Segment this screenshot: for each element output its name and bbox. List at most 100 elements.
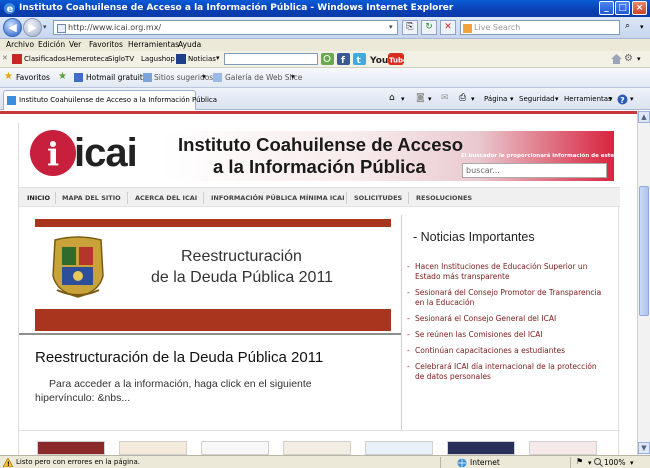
feeds-dropdown-icon[interactable]: ▾ <box>428 95 432 103</box>
toolbar-options-arrow-icon[interactable]: ▾ <box>637 55 641 63</box>
suggested-sites-arrow-icon[interactable]: ▾ <box>202 72 206 81</box>
help-icon[interactable]: ? <box>617 94 628 105</box>
article-title[interactable]: Reestructuración de la Deuda Pública 201… <box>35 349 323 366</box>
page-menu-arrow-icon[interactable]: ▾ <box>510 95 514 103</box>
news-item[interactable]: - Se reúnen las Comisiones del ICAI <box>407 330 605 340</box>
nav-acerca-del-icai[interactable]: ACERCA DEL ICAI <box>135 194 197 202</box>
menu-ayuda[interactable]: Ayuda <box>178 40 201 49</box>
home-icon[interactable]: ⌂ <box>389 93 395 103</box>
maximize-button[interactable]: □ <box>615 1 630 15</box>
thumbnail-link[interactable] <box>201 441 269 455</box>
thumbnail-link[interactable] <box>37 441 105 455</box>
news-item-text[interactable]: Sesionará el Consejo General del ICAI <box>415 314 556 323</box>
security-zone[interactable]: Internet <box>470 458 500 467</box>
nav-inicio[interactable]: INICIO <box>27 194 50 202</box>
toolbar-link-hemeroteca[interactable]: Hemeroteca <box>66 55 109 63</box>
protected-mode-icon[interactable]: ⚑ <box>576 457 583 466</box>
icai-logo-mark[interactable]: i <box>30 130 76 176</box>
compatibility-view-button[interactable]: ⎘ <box>402 20 418 35</box>
youtube-icon[interactable]: You Tube <box>370 52 404 66</box>
facebook-icon[interactable]: f <box>337 53 350 65</box>
minimize-button[interactable]: _ <box>599 1 614 15</box>
news-dropdown-arrow-icon[interactable]: ▾ <box>216 54 220 62</box>
toolbar-search-input[interactable] <box>224 53 318 65</box>
nav-resoluciones[interactable]: RESOLUCIONES <box>416 194 472 202</box>
address-dropdown-icon[interactable]: ▾ <box>389 23 393 31</box>
scroll-thumb[interactable] <box>639 186 649 316</box>
web-slice-arrow-icon[interactable]: ▾ <box>291 72 295 81</box>
icai-logo-text[interactable]: icai <box>74 131 138 176</box>
news-item-text[interactable]: Sesionará del Consejo Promotor de Transp… <box>415 288 601 307</box>
toolbar-link-clasificados[interactable]: Clasificados <box>24 55 66 63</box>
news-item-text[interactable]: Se reúnen las Comisiones del ICAI <box>415 330 543 339</box>
thumbnail-link[interactable] <box>529 441 597 455</box>
thumbnail-link[interactable] <box>365 441 433 455</box>
read-mail-icon[interactable]: ✉ <box>441 93 449 103</box>
toolbar-link-siglotv[interactable]: SigloTV <box>108 55 134 63</box>
add-favorite-icon[interactable]: ★ <box>58 71 67 82</box>
search-icon[interactable]: ⌕ <box>625 21 630 31</box>
page-top-band <box>0 111 637 114</box>
header-title-line2: a la Información Pública <box>213 156 426 177</box>
tab-page-icon <box>7 96 16 105</box>
menu-edicion[interactable]: Edición <box>38 40 65 49</box>
menu-favoritos[interactable]: Favoritos <box>89 40 123 49</box>
stop-button[interactable]: ✕ <box>440 20 456 35</box>
nav-solicitudes[interactable]: SOLICITUDES <box>354 194 402 202</box>
warning-icon[interactable]: ! <box>3 458 13 467</box>
scroll-down-arrow-icon[interactable]: ▼ <box>638 442 650 454</box>
zoom-dropdown-icon[interactable]: ▾ <box>630 459 634 467</box>
site-search-input[interactable]: buscar... <box>462 163 607 178</box>
url-text[interactable]: http://www.icai.org.mx/ <box>68 23 161 32</box>
news-item-text[interactable]: Celebrará ICAI día internacional de la p… <box>415 362 597 381</box>
toolbar-search-icon[interactable] <box>321 53 334 65</box>
refresh-button[interactable]: ↻ <box>421 20 437 35</box>
zoom-level[interactable]: 100% <box>604 458 625 467</box>
address-bar[interactable]: http://www.icai.org.mx/ ▾ <box>53 20 398 35</box>
news-item[interactable]: - Sesionará el Consejo General del ICAI <box>407 314 605 324</box>
toolbar-link-lagushop[interactable]: Lagushop <box>141 55 175 63</box>
thumbnail-link[interactable] <box>283 441 351 455</box>
recent-pages-dropdown[interactable]: ▾ <box>43 23 47 31</box>
news-item[interactable]: - Hacen Instituciones de Educación Superi… <box>407 262 605 282</box>
page-menu[interactable]: Página <box>484 95 507 103</box>
scroll-up-arrow-icon[interactable]: ▲ <box>638 111 650 123</box>
news-item[interactable]: - Celebrará ICAI día internacional de la … <box>407 362 605 382</box>
tools-menu[interactable]: Herramientas <box>564 95 612 103</box>
security-menu-arrow-icon[interactable]: ▾ <box>555 95 559 103</box>
news-item-text[interactable]: Hacen Instituciones de Educación Superio… <box>415 262 587 281</box>
print-dropdown-icon[interactable]: ▾ <box>471 95 475 103</box>
vertical-scrollbar[interactable]: ▲ ▼ <box>637 111 650 455</box>
tools-menu-arrow-icon[interactable]: ▾ <box>609 95 613 103</box>
toolbar-news-dropdown[interactable]: Noticias <box>188 55 216 63</box>
favorites-button[interactable]: Favoritos <box>16 73 50 82</box>
nav-mapa-del-sitio[interactable]: MAPA DEL SITIO <box>62 194 121 202</box>
news-item[interactable]: - Continúan capacitaciones a estudiantes <box>407 346 605 356</box>
toolbar-home-icon[interactable] <box>610 53 623 65</box>
protected-mode-arrow-icon[interactable]: ▾ <box>588 459 592 467</box>
twitter-icon[interactable]: t <box>353 53 366 65</box>
feeds-icon[interactable]: ◙ <box>416 93 425 103</box>
home-dropdown-icon[interactable]: ▾ <box>401 95 405 103</box>
menu-ver[interactable]: Ver <box>69 40 81 49</box>
news-item-text[interactable]: Continúan capacitaciones a estudiantes <box>415 346 565 355</box>
toolbar-gear-icon[interactable]: ⚙ <box>624 53 633 64</box>
close-button[interactable]: × <box>632 1 647 15</box>
print-icon[interactable]: ⎙ <box>459 93 466 103</box>
favorite-hotmail[interactable]: Hotmail gratuito <box>86 73 147 82</box>
nav-informacion-publica[interactable]: INFORMACIÓN PÚBLICA MÍNIMA ICAI <box>211 194 345 202</box>
back-button[interactable]: ◀ <box>3 18 22 37</box>
menu-archivo[interactable]: Archivo <box>6 40 34 49</box>
thumbnail-link[interactable] <box>447 441 515 455</box>
thumbnail-link[interactable] <box>119 441 187 455</box>
live-search-icon <box>463 24 472 33</box>
security-menu[interactable]: Seguridad <box>519 95 555 103</box>
live-search-input[interactable]: Live Search <box>460 20 620 35</box>
news-item[interactable]: - Sesionará del Consejo Promotor de Trans… <box>407 288 605 308</box>
search-options-icon[interactable]: ▾ <box>640 23 644 31</box>
tab-active[interactable]: Instituto Coahuilense de Acceso a la Inf… <box>3 90 217 110</box>
help-dropdown-icon[interactable]: ▾ <box>630 95 634 103</box>
forward-button[interactable]: ▶ <box>23 18 42 37</box>
menu-herramientas[interactable]: Herramientas <box>128 40 179 49</box>
toolbar-close-icon[interactable]: ✕ <box>2 54 8 62</box>
